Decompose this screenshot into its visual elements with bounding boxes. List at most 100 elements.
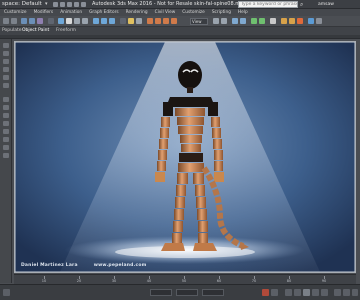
menu-item-scripting[interactable]: Scripting bbox=[212, 9, 231, 16]
select-move-icon[interactable] bbox=[93, 18, 99, 24]
sort-icon[interactable] bbox=[3, 137, 9, 142]
rectangle-selection-icon[interactable] bbox=[74, 18, 80, 24]
search-input[interactable]: Type a keyword or phrase bbox=[238, 1, 298, 8]
play-icon[interactable] bbox=[303, 289, 310, 296]
menu-item-civil-view[interactable]: Civil View bbox=[155, 9, 176, 16]
select-by-name-icon[interactable] bbox=[66, 18, 72, 24]
timeline-tick-label: 50 bbox=[181, 279, 187, 283]
viewport-caption: Daniel Martinez Lara www.pepeland.com bbox=[21, 263, 147, 268]
toggle-ribbon-icon[interactable] bbox=[240, 18, 246, 24]
perspective-viewport[interactable]: Daniel Martinez Lara www.pepeland.com bbox=[14, 41, 356, 273]
window-crossing-icon[interactable] bbox=[82, 18, 88, 24]
pivot-center-icon[interactable] bbox=[128, 18, 134, 24]
user-account-label[interactable]: amsaw bbox=[318, 0, 334, 9]
select-manipulate-icon[interactable] bbox=[136, 18, 142, 24]
render-iterative-icon[interactable] bbox=[316, 18, 322, 24]
layer-icon[interactable] bbox=[3, 105, 9, 110]
utilities-icon[interactable] bbox=[3, 83, 9, 88]
lock-icon[interactable] bbox=[3, 145, 9, 150]
percent-snap-icon[interactable] bbox=[163, 18, 169, 24]
x-coordinate-field[interactable] bbox=[150, 289, 172, 296]
time-slider[interactable]: 10 20 30 40 50 60 70 80 90 bbox=[14, 274, 356, 284]
filter-icon[interactable] bbox=[3, 113, 9, 118]
next-frame-icon[interactable] bbox=[312, 289, 319, 296]
timeline-tick-label: 20 bbox=[76, 279, 82, 283]
modify-icon[interactable] bbox=[3, 51, 9, 56]
freeze-icon[interactable] bbox=[3, 129, 9, 134]
reference-coordinate-select[interactable]: View bbox=[190, 18, 208, 25]
display-icon[interactable] bbox=[3, 75, 9, 80]
material-editor-icon[interactable] bbox=[270, 18, 276, 24]
menu-item-graph-editors[interactable]: Graph Editors bbox=[89, 9, 119, 16]
left-command-strip bbox=[0, 39, 12, 283]
spinner-snap-icon[interactable] bbox=[171, 18, 177, 24]
z-coordinate-field[interactable] bbox=[202, 289, 224, 296]
link-icon[interactable] bbox=[21, 18, 27, 24]
floor-hotspot bbox=[115, 246, 255, 258]
previous-frame-icon[interactable] bbox=[294, 289, 301, 296]
timeline-tick-label: 60 bbox=[216, 279, 222, 283]
render-setup-icon[interactable] bbox=[281, 18, 287, 24]
tab-object-paint[interactable]: Object Paint bbox=[22, 27, 49, 35]
snaps-toggle-icon[interactable] bbox=[147, 18, 153, 24]
go-to-end-icon[interactable] bbox=[321, 289, 328, 296]
artist-site: www.pepeland.com bbox=[93, 263, 147, 268]
reference-coordinate-icon[interactable] bbox=[120, 18, 126, 24]
timeline-tick-label: 70 bbox=[251, 279, 257, 283]
open-file-icon[interactable] bbox=[60, 2, 65, 7]
window-title: Autodesk 3ds Max 2016 - Not for Resale s… bbox=[92, 1, 247, 7]
hide-icon[interactable] bbox=[3, 121, 9, 126]
find-icon[interactable] bbox=[3, 153, 9, 158]
tab-populate[interactable]: Populate bbox=[2, 27, 22, 35]
orbit-icon[interactable] bbox=[343, 289, 350, 296]
auto-key-icon[interactable] bbox=[262, 289, 269, 296]
select-rotate-icon[interactable] bbox=[101, 18, 107, 24]
menu-item-customize-2[interactable]: Customize bbox=[182, 9, 205, 16]
bind-space-warp-icon[interactable] bbox=[37, 18, 43, 24]
curve-editor-icon[interactable] bbox=[251, 18, 257, 24]
schematic-view-icon[interactable] bbox=[259, 18, 265, 24]
tab-freeform[interactable]: Freeform bbox=[56, 27, 76, 35]
y-coordinate-field[interactable] bbox=[176, 289, 198, 296]
create-icon[interactable] bbox=[3, 43, 9, 48]
menu-item-rendering[interactable]: Rendering bbox=[126, 9, 148, 16]
workspace-label[interactable]: space: Default bbox=[2, 0, 42, 9]
align-icon[interactable] bbox=[221, 18, 227, 24]
rendered-frame-window-icon[interactable] bbox=[289, 18, 295, 24]
timeline-tick-label: 30 bbox=[111, 279, 117, 283]
menu-item-modifiers[interactable]: Modifiers bbox=[34, 9, 54, 16]
main-toolbar: View bbox=[0, 16, 360, 27]
unlink-icon[interactable] bbox=[29, 18, 35, 24]
hierarchy-icon[interactable] bbox=[3, 59, 9, 64]
new-file-icon[interactable] bbox=[53, 2, 58, 7]
motion-icon[interactable] bbox=[3, 67, 9, 72]
menu-item-help[interactable]: Help bbox=[238, 9, 248, 16]
timeline-tick-label: 80 bbox=[286, 279, 292, 283]
select-scale-icon[interactable] bbox=[109, 18, 115, 24]
set-key-icon[interactable] bbox=[271, 289, 278, 296]
angle-snap-icon[interactable] bbox=[155, 18, 161, 24]
save-file-icon[interactable] bbox=[67, 2, 72, 7]
select-object-icon[interactable] bbox=[58, 18, 64, 24]
search-icon[interactable]: ⌕ bbox=[300, 0, 303, 9]
menu-item-animation[interactable]: Animation bbox=[60, 9, 82, 16]
timeline-tick-label: 90 bbox=[321, 279, 327, 283]
ribbon-tabs: Populate Object Paint Freeform bbox=[0, 27, 360, 35]
menu-item-customize-1[interactable]: Customize bbox=[4, 9, 27, 16]
maximize-viewport-icon[interactable] bbox=[352, 289, 358, 296]
redo-icon[interactable] bbox=[11, 18, 17, 24]
undo-icon[interactable] bbox=[3, 18, 9, 24]
selection-filter-icon[interactable] bbox=[48, 18, 54, 24]
scene-explorer-icon[interactable] bbox=[3, 97, 9, 102]
undo-icon[interactable] bbox=[74, 2, 79, 7]
zoom-icon[interactable] bbox=[334, 289, 341, 296]
mirror-icon[interactable] bbox=[213, 18, 219, 24]
redo-icon[interactable] bbox=[81, 2, 86, 7]
go-to-start-icon[interactable] bbox=[285, 289, 292, 296]
a360-render-icon[interactable] bbox=[308, 18, 314, 24]
layer-explorer-icon[interactable] bbox=[232, 18, 238, 24]
chevron-down-icon[interactable]: ▾ bbox=[45, 0, 48, 9]
render-production-icon[interactable] bbox=[297, 18, 303, 24]
maxscript-listener-icon[interactable] bbox=[3, 289, 10, 296]
artist-name: Daniel Martinez Lara bbox=[21, 263, 78, 268]
